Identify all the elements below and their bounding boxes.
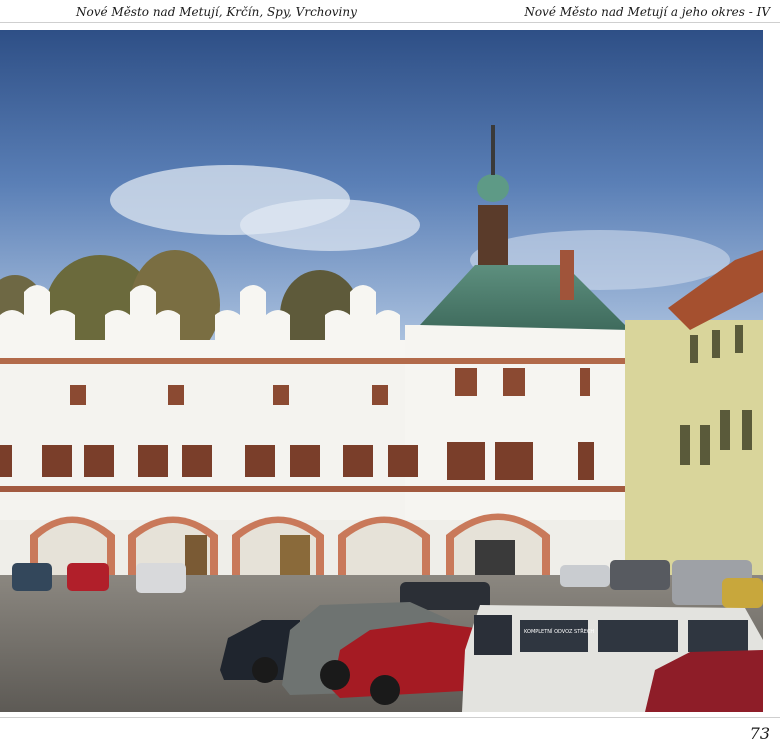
parked-car (610, 560, 670, 590)
parked-car (722, 578, 763, 608)
town-square-photo: KOMPLETNÍ ODVOZ STŘECH (0, 30, 763, 712)
lantern-tower (478, 205, 508, 265)
van-windshield (474, 615, 512, 655)
van-side-window (520, 620, 588, 652)
wheel (320, 660, 350, 690)
van-side-window (598, 620, 678, 652)
cornice-band (0, 358, 625, 364)
van-side-window (688, 620, 748, 652)
parked-car (560, 565, 610, 587)
parked-car (136, 563, 186, 593)
parked-car (67, 563, 109, 591)
header-left-title: Nové Město nad Metují, Krčín, Spy, Vrcho… (76, 5, 357, 19)
wheel (252, 657, 278, 683)
chimney (560, 250, 574, 300)
cornice-band (0, 486, 625, 492)
lantern-dome (477, 174, 509, 202)
page-number: 73 (749, 724, 770, 743)
wheel (370, 675, 400, 705)
van-sign-text: KOMPLETNÍ ODVOZ STŘECH (524, 627, 594, 635)
footer-divider (0, 717, 780, 718)
spire (491, 125, 495, 175)
header-right-title: Nové Město nad Metují a jeho okres - IV (524, 5, 770, 19)
running-header: Nové Město nad Metují, Krčín, Spy, Vrcho… (0, 0, 780, 24)
cloud (240, 199, 420, 251)
parked-car (12, 563, 52, 591)
header-divider (0, 22, 780, 23)
first-floor-windows (0, 442, 594, 480)
